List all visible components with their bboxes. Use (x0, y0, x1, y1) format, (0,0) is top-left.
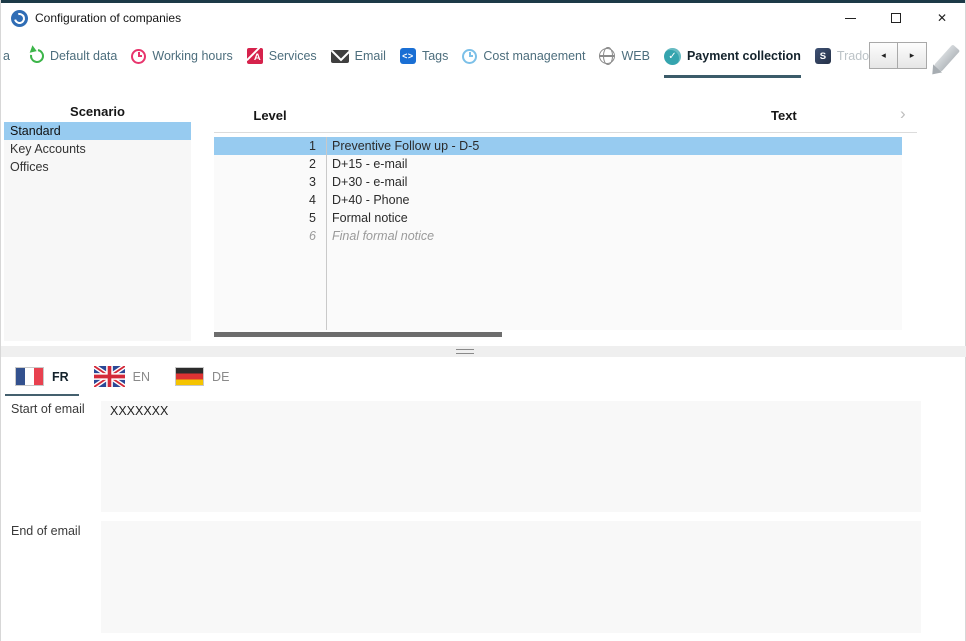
scenario-item-standard[interactable]: Standard (4, 122, 191, 140)
close-icon: ✕ (937, 11, 947, 25)
lang-tab-fr[interactable]: FR (5, 362, 79, 396)
level-cell: 3 (214, 173, 321, 191)
close-button[interactable]: ✕ (919, 3, 965, 33)
tab-trados[interactable]: S Trados (815, 34, 875, 78)
flag-germany-icon (175, 367, 204, 386)
pane-splitter[interactable] (1, 346, 966, 357)
tags-icon: <> (400, 48, 416, 64)
end-of-email-input[interactable] (101, 521, 921, 633)
splitter-handle-icon[interactable] (456, 349, 474, 354)
text-cell: D+30 - e-mail (321, 173, 407, 191)
titlebar: Configuration of companies ✕ (1, 3, 965, 33)
lang-label: DE (212, 370, 229, 384)
text-cell: Formal notice (321, 209, 408, 227)
clipped-tab-label[interactable]: a (3, 49, 10, 63)
text-cell: Final formal notice (321, 227, 434, 245)
toolbar: a Default data Working hours A Services … (1, 34, 965, 78)
lang-label: FR (52, 370, 69, 384)
envelope-icon (331, 50, 349, 63)
end-of-email-label: End of email (11, 524, 80, 538)
level-column-header: Level (214, 108, 326, 123)
minimize-icon (845, 18, 856, 19)
tab-scroll-left-button[interactable]: ◂ (869, 42, 898, 69)
lang-tab-de[interactable]: DE (165, 362, 239, 396)
text-column-header: Text (771, 108, 797, 123)
flag-france-icon (15, 367, 44, 386)
tab-label: Email (355, 49, 386, 63)
start-of-email-label: Start of email (11, 402, 85, 416)
tab-scrollers: ◂ ▸ (869, 42, 927, 69)
window-controls: ✕ (827, 3, 965, 33)
start-of-email-input[interactable]: XXXXXXX (101, 401, 921, 512)
window-title: Configuration of companies (35, 11, 181, 25)
payment-check-icon: ✓ (664, 48, 681, 65)
tab-working-hours[interactable]: Working hours (131, 34, 232, 78)
arrow-left-icon: ◂ (881, 50, 886, 61)
tab-label: Working hours (152, 49, 232, 63)
tab-label: Cost management (483, 49, 585, 63)
trados-icon: S (815, 48, 831, 64)
text-cell: Preventive Follow up - D-5 (321, 137, 479, 155)
table-row[interactable]: 6 Final formal notice (214, 227, 902, 245)
level-cell: 5 (214, 209, 321, 227)
tab-label: Payment collection (687, 49, 801, 63)
language-tabs: FR EN DE (5, 362, 239, 396)
tab-label: Tags (422, 49, 448, 63)
clock-blue-icon (462, 49, 477, 64)
table-row[interactable]: 4 D+40 - Phone (214, 191, 902, 209)
scenario-item-key-accounts[interactable]: Key Accounts (4, 140, 191, 158)
scenario-item-offices[interactable]: Offices (4, 158, 191, 176)
scenario-list: Standard Key Accounts Offices (4, 122, 191, 341)
clock-pink-icon (131, 49, 146, 64)
maximize-icon (891, 13, 901, 23)
horizontal-scrollbar-thumb[interactable] (214, 332, 502, 337)
text-cell: D+15 - e-mail (321, 155, 407, 173)
level-cell: 2 (214, 155, 321, 173)
minimize-button[interactable] (827, 3, 873, 33)
globe-icon (599, 48, 615, 64)
lang-tab-en[interactable]: EN (84, 362, 160, 396)
tab-services[interactable]: A Services (247, 34, 317, 78)
levels-grid: 1 Preventive Follow up - D-5 2 D+15 - e-… (214, 137, 902, 330)
chevron-right-icon[interactable]: › (900, 104, 906, 124)
level-cell: 1 (214, 137, 321, 155)
tab-default-data[interactable]: Default data (30, 34, 117, 78)
table-row[interactable]: 2 D+15 - e-mail (214, 155, 902, 173)
lang-label: EN (133, 370, 150, 384)
table-row[interactable]: 3 D+30 - e-mail (214, 173, 902, 191)
tab-tags[interactable]: <> Tags (400, 34, 448, 78)
scenario-header: Scenario (4, 104, 191, 119)
table-header-divider (214, 132, 917, 133)
tab-cost-management[interactable]: Cost management (462, 34, 585, 78)
tab-label: Default data (50, 49, 117, 63)
column-divider (326, 137, 327, 330)
refresh-icon (27, 46, 46, 65)
maximize-button[interactable] (873, 3, 919, 33)
table-row[interactable]: 1 Preventive Follow up - D-5 (214, 137, 902, 155)
tab-web[interactable]: WEB (599, 34, 649, 78)
toolbar-tabs: Default data Working hours A Services Em… (30, 34, 875, 78)
tab-label: WEB (621, 49, 649, 63)
table-row[interactable]: 5 Formal notice (214, 209, 902, 227)
translate-icon: A (247, 48, 263, 64)
app-logo-icon (11, 10, 28, 27)
tab-scroll-right-button[interactable]: ▸ (898, 42, 927, 69)
tab-payment-collection[interactable]: ✓ Payment collection (664, 34, 801, 78)
tab-label: Services (269, 49, 317, 63)
text-cell: D+40 - Phone (321, 191, 409, 209)
tab-email[interactable]: Email (331, 34, 386, 78)
level-cell: 6 (214, 227, 321, 245)
flag-uk-icon (94, 366, 125, 387)
level-cell: 4 (214, 191, 321, 209)
arrow-right-icon: ▸ (910, 50, 915, 61)
